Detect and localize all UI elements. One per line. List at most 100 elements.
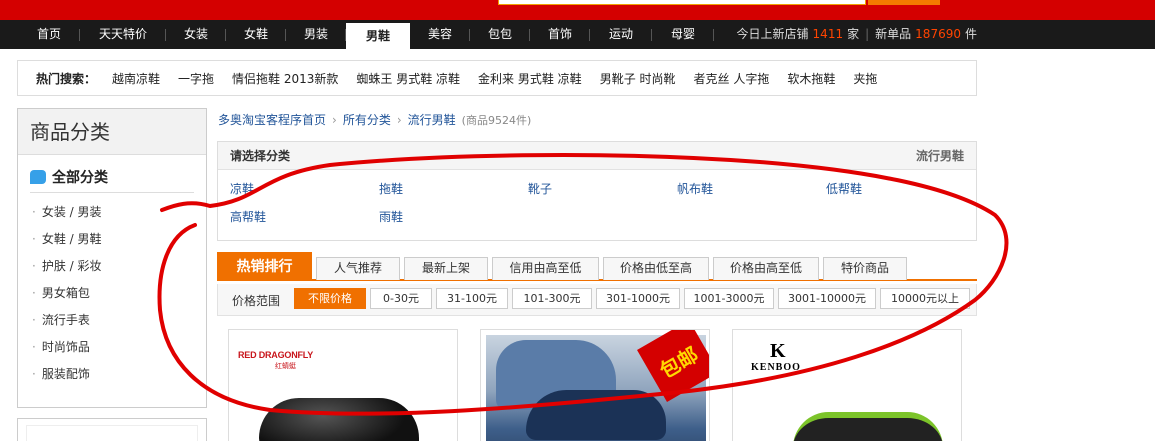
all-categories-label: 全部分类 <box>52 169 108 186</box>
nav-item[interactable]: 母婴 <box>652 20 714 49</box>
sidebar-item-label: 男女箱包 <box>41 286 90 300</box>
breadcrumb-all-link[interactable]: 所有分类 <box>343 113 391 127</box>
sidebar-item[interactable]: · 护肤 / 彩妆 <box>32 253 206 280</box>
price-option[interactable]: 0-30元 <box>370 288 432 309</box>
hot-search-link[interactable]: 蜘蛛王 男式鞋 凉鞋 <box>356 70 460 87</box>
sidebar-item[interactable]: · 男女箱包 <box>32 280 206 307</box>
breadcrumb-arrow-icon: › <box>396 113 402 127</box>
price-option[interactable]: 3001-10000元 <box>778 288 876 309</box>
tab-popular[interactable]: 人气推荐 <box>316 257 400 280</box>
new-items-label: 新单品 <box>875 27 912 41</box>
brand-logo-cn: 红蜻蜓 <box>275 362 296 370</box>
nav-item[interactable]: 女鞋 <box>226 20 286 49</box>
tab-credit-desc[interactable]: 信用由高至低 <box>492 257 599 280</box>
hot-search-link[interactable]: 金利来 男式鞋 凉鞋 <box>478 70 582 87</box>
product-image <box>793 412 943 441</box>
tab-price-desc[interactable]: 价格由高至低 <box>713 257 819 280</box>
breadcrumb-home-link[interactable]: 多奥淘宝客程序首页 <box>218 113 326 127</box>
price-option[interactable]: 301-1000元 <box>596 288 680 309</box>
breadcrumb-arrow-icon: › <box>332 113 337 127</box>
sidebar-item[interactable]: · 女装 / 男装 <box>32 199 206 226</box>
hot-search-link[interactable]: 情侣拖鞋 2013新款 <box>232 70 338 87</box>
new-shops-label: 今日上新店铺 <box>736 27 809 41</box>
hot-search-link[interactable]: 者克丝 人字拖 <box>694 70 770 87</box>
sidebar-item-label: 护肤 / 彩妆 <box>41 259 102 273</box>
category-link[interactable]: 靴子 <box>528 180 552 197</box>
sidebar-title: 商品分类 <box>18 109 206 155</box>
nav-item[interactable]: 女装 <box>166 20 226 49</box>
nav-item[interactable]: 包包 <box>470 20 530 49</box>
hot-search-link[interactable]: 软木拖鞋 <box>787 70 835 87</box>
sidebar-secondary-inner <box>26 425 198 441</box>
hot-search-link[interactable]: 越南凉鞋 <box>112 70 160 87</box>
tab-special-price[interactable]: 特价商品 <box>823 257 907 280</box>
all-categories-heading[interactable]: 全部分类 <box>30 161 194 193</box>
price-option[interactable]: 31-100元 <box>436 288 508 309</box>
hot-search-label: 热门搜索： <box>36 71 97 86</box>
category-link[interactable]: 凉鞋 <box>230 180 254 197</box>
bullet-icon: · <box>32 205 36 219</box>
brand-logo-icon: K <box>770 340 786 362</box>
price-option[interactable]: 101-300元 <box>512 288 592 309</box>
sidebar-item[interactable]: · 服装配饰 <box>32 361 206 388</box>
bullet-icon: · <box>32 367 36 381</box>
brand-logo: KENBOO <box>751 362 801 373</box>
tab-hot-sales[interactable]: 热销排行 <box>217 252 312 280</box>
stats-divider: | <box>865 27 870 41</box>
sidebar-item-label: 女鞋 / 男鞋 <box>41 232 102 246</box>
category-select-box: 请选择分类 流行男鞋 凉鞋 拖鞋 靴子 帆布鞋 低帮鞋 高帮鞋 雨鞋 <box>217 141 977 241</box>
tab-price-asc[interactable]: 价格由低至高 <box>603 257 709 280</box>
bullet-icon: · <box>32 259 36 273</box>
category-link[interactable]: 低帮鞋 <box>826 180 862 197</box>
category-link[interactable]: 雨鞋 <box>379 208 403 225</box>
bullet-icon: · <box>32 286 36 300</box>
shoe-shape <box>526 390 666 440</box>
nav-item[interactable]: 首页 <box>18 20 80 49</box>
new-shops-unit: 家 <box>847 27 860 41</box>
sidebar-item-label: 流行手表 <box>41 313 90 327</box>
main-nav: 首页 天天特价 女装 女鞋 男装 男鞋 美容 包包 首饰 运动 母婴 今日上新店铺 1411 家 | 新单品… <box>0 20 1155 49</box>
product-card[interactable]: K KENBOO <box>732 329 962 441</box>
nav-items: 首页 天天特价 女装 女鞋 男装 男鞋 美容 包包 首饰 运动 母婴 <box>18 20 714 49</box>
price-option[interactable]: 1001-3000元 <box>684 288 774 309</box>
nav-item[interactable]: 运动 <box>590 20 652 49</box>
category-grid: 凉鞋 拖鞋 靴子 帆布鞋 低帮鞋 高帮鞋 雨鞋 <box>218 170 976 240</box>
nav-stats: 今日上新店铺 1411 家 | 新单品 187690 件 <box>737 20 977 49</box>
product-image <box>259 398 419 441</box>
price-option[interactable]: 10000元以上 <box>880 288 970 309</box>
sidebar-item[interactable]: · 女鞋 / 男鞋 <box>32 226 206 253</box>
nav-item[interactable]: 男装 <box>286 20 346 49</box>
hot-search-link[interactable]: 一字拖 <box>178 70 214 87</box>
category-link[interactable]: 拖鞋 <box>379 180 403 197</box>
hot-search-link[interactable]: 夹拖 <box>853 70 877 87</box>
search-input[interactable] <box>498 0 866 5</box>
category-select-header: 请选择分类 流行男鞋 <box>218 142 976 170</box>
sidebar-item-label: 女装 / 男装 <box>41 205 102 219</box>
free-shipping-badge: 包邮 <box>637 330 709 402</box>
tab-newest[interactable]: 最新上架 <box>404 257 488 280</box>
nav-item[interactable]: 天天特价 <box>80 20 166 49</box>
product-image: 包邮 <box>486 330 709 441</box>
search-button[interactable] <box>868 0 940 5</box>
sidebar-secondary-box <box>17 418 207 441</box>
bullet-icon: · <box>32 232 36 246</box>
sidebar-item[interactable]: · 流行手表 <box>32 307 206 334</box>
category-link[interactable]: 帆布鞋 <box>677 180 713 197</box>
hot-search-link[interactable]: 男靴子 时尚靴 <box>600 70 676 87</box>
price-range-label: 价格范围 <box>232 294 281 308</box>
breadcrumb-current-link[interactable]: 流行男鞋 <box>408 113 456 127</box>
new-items-count: 187690 <box>915 27 961 41</box>
product-card[interactable]: 包邮 <box>480 329 710 441</box>
nav-item[interactable]: 首饰 <box>530 20 590 49</box>
nav-item[interactable]: 男鞋 <box>346 23 410 49</box>
brand-logo: RED DRAGONFLY <box>238 350 314 360</box>
price-option[interactable]: 不限价格 <box>294 288 366 309</box>
sidebar-item-label: 服装配饰 <box>41 367 90 381</box>
sidebar-item[interactable]: · 时尚饰品 <box>32 334 206 361</box>
breadcrumb: 多奥淘宝客程序首页 › 所有分类 › 流行男鞋 (商品9524件) <box>218 111 531 128</box>
nav-item[interactable]: 美容 <box>410 20 470 49</box>
category-link[interactable]: 高帮鞋 <box>230 208 266 225</box>
category-sidebar: 商品分类 全部分类 · 女装 / 男装 · 女鞋 / 男鞋 · 护肤 / 彩妆 · 男女… <box>17 108 207 408</box>
product-card[interactable]: RED DRAGONFLY 红蜻蜓 <box>228 329 458 441</box>
category-current: 流行男鞋 <box>915 149 964 163</box>
